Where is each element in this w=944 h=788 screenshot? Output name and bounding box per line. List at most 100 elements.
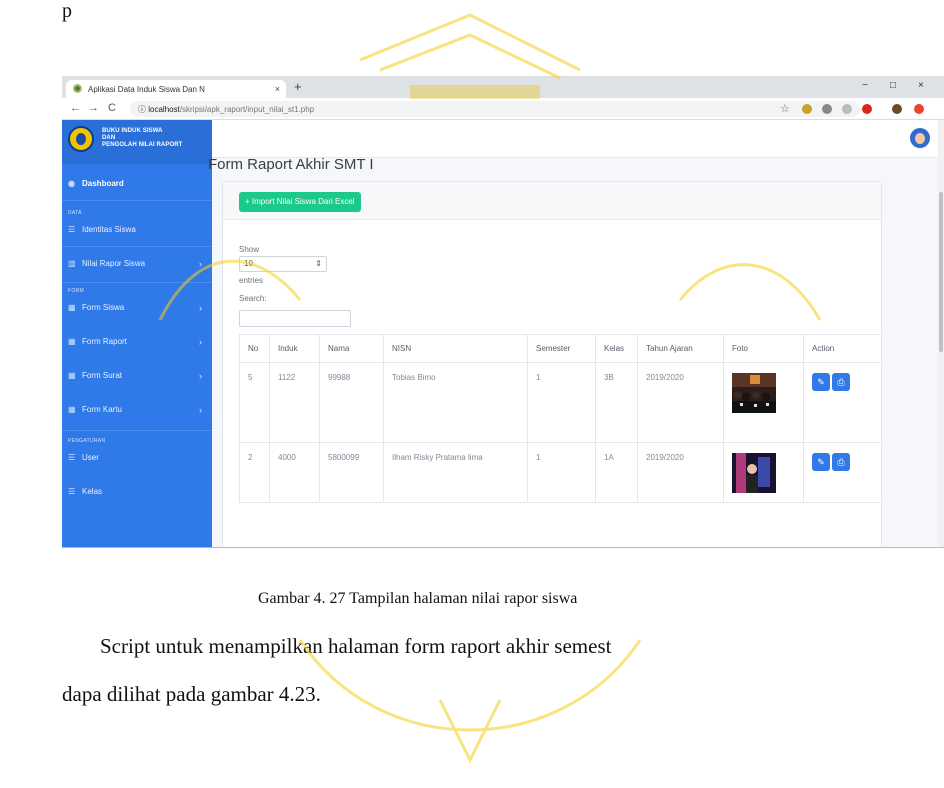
browser-tab-bar: Aplikasi Data Induk Siswa Dan N × + − □ …: [62, 77, 944, 98]
column-header[interactable]: NISN: [383, 334, 528, 363]
paragraph-line: dapa dilihat pada gambar 4.23.: [62, 682, 321, 706]
print-button[interactable]: ⎙: [832, 453, 850, 471]
cell-semester: 1: [527, 442, 596, 503]
table-row: 5 1122 99988 Tobias Bimo 1 3B 2019/2020: [239, 362, 882, 443]
student-photo: [732, 373, 776, 413]
edit-button[interactable]: ✎: [812, 373, 830, 391]
sidebar-item-user[interactable]: ☰ User: [62, 446, 212, 470]
sidebar-divider: [62, 246, 212, 247]
browser-tab[interactable]: Aplikasi Data Induk Siswa Dan N ×: [66, 80, 286, 98]
extension-icon[interactable]: [914, 104, 924, 114]
maximize-button[interactable]: □: [890, 80, 896, 91]
top-navbar: [212, 120, 944, 158]
table-icon: ▦: [68, 303, 76, 312]
list-icon: ☰: [68, 487, 76, 496]
list-icon: ☰: [68, 453, 76, 462]
brand-line: BUKU INDUK SISWA: [102, 128, 163, 134]
entries-length-select[interactable]: 10 ⇕: [239, 256, 327, 272]
chevron-right-icon: ›: [199, 337, 202, 347]
column-header[interactable]: Foto: [723, 334, 804, 363]
show-label: Show: [239, 245, 260, 254]
sidebar-divider: [62, 200, 212, 201]
cell-foto: [723, 362, 804, 443]
cell-foto: [723, 442, 804, 503]
brand-line: PENGOLAH NILAI RAPORT: [102, 142, 183, 148]
close-window-button[interactable]: ×: [918, 80, 924, 91]
table-icon: ▦: [68, 371, 76, 380]
cell-tahun: 2019/2020: [637, 442, 724, 503]
cell-induk: 4000: [269, 442, 320, 503]
back-icon[interactable]: ←: [70, 102, 81, 114]
chevron-right-icon: ›: [199, 259, 202, 269]
cell-induk: 1122: [269, 362, 320, 443]
edit-button[interactable]: ✎: [812, 453, 830, 471]
column-header[interactable]: Kelas: [595, 334, 638, 363]
cell-nisn: Tobias Bimo: [383, 362, 528, 443]
page-scrollbar[interactable]: [938, 120, 944, 547]
sidebar-divider: [62, 282, 212, 283]
cell-tahun: 2019/2020: [637, 362, 724, 443]
sidebar-brand[interactable]: BUKU INDUK SISWA DAN PENGOLAH NILAI RAPO…: [62, 120, 212, 164]
profile-icon[interactable]: [892, 104, 902, 114]
table-icon: ▦: [68, 337, 76, 346]
page-title: Form Raport Akhir SMT I: [208, 156, 374, 173]
paragraph-line: Script untuk menampilkan halaman form ra…: [100, 634, 612, 658]
extension-icon[interactable]: [802, 104, 812, 114]
favicon-icon: [73, 84, 82, 93]
students-table: No Induk Nama NISN Semester Kelas Tahun …: [239, 334, 882, 503]
sidebar-divider: [62, 430, 212, 431]
chevron-right-icon: ›: [199, 405, 202, 415]
table-icon: ▦: [68, 405, 76, 414]
extension-icon[interactable]: [862, 104, 872, 114]
chart-icon: ▥: [68, 259, 76, 268]
column-header[interactable]: Induk: [269, 334, 320, 363]
new-tab-button[interactable]: +: [294, 79, 302, 94]
forward-icon[interactable]: →: [88, 102, 99, 114]
column-header[interactable]: No: [239, 334, 270, 363]
card-header: + Import Nilai Siswa Dari Excel: [223, 182, 881, 220]
column-header[interactable]: Tahun Ajaran: [637, 334, 724, 363]
sidebar-section-data: DATA: [68, 210, 82, 216]
cell-kelas: 3B: [595, 362, 638, 443]
url-path: /skripsi/apk_raport/input_nilai_st1.php: [179, 105, 315, 114]
import-excel-button[interactable]: + Import Nilai Siswa Dari Excel: [239, 192, 361, 212]
sidebar-section-form: FORM: [68, 288, 84, 294]
table-header-row: No Induk Nama NISN Semester Kelas Tahun …: [239, 334, 882, 363]
home-icon[interactable]: [842, 104, 852, 114]
cell-semester: 1: [527, 362, 596, 443]
sidebar-item-form-raport[interactable]: ▦ Form Raport ›: [62, 330, 212, 354]
sidebar-section-settings: PENGATURAN: [68, 438, 106, 444]
print-button[interactable]: ⎙: [832, 373, 850, 391]
reload-icon[interactable]: C: [108, 102, 116, 114]
tab-title: Aplikasi Data Induk Siswa Dan N: [88, 85, 205, 94]
sidebar-item-identitas-siswa[interactable]: ☰ Identitas Siswa: [62, 218, 212, 242]
sidebar-item-form-kartu[interactable]: ▦ Form Kartu ›: [62, 398, 212, 422]
chevron-right-icon: ›: [199, 303, 202, 313]
cell-no: 2: [239, 442, 270, 503]
search-input[interactable]: [239, 310, 351, 327]
star-icon[interactable]: ☆: [780, 102, 790, 115]
school-logo-icon: [68, 126, 94, 152]
column-header[interactable]: Nama: [319, 334, 384, 363]
extension-icon[interactable]: [822, 104, 832, 114]
browser-address-bar: ← → C ⓘ localhost/skripsi/apk_raport/inp…: [62, 98, 944, 120]
minimize-button[interactable]: −: [862, 80, 868, 91]
url-field[interactable]: ⓘ localhost/skripsi/apk_raport/input_nil…: [130, 101, 860, 117]
sidebar-item-form-siswa[interactable]: ▦ Form Siswa ›: [62, 296, 212, 320]
cell-kelas: 1A: [595, 442, 638, 503]
sidebar-item-dashboard[interactable]: ◉ Dashboard: [62, 172, 212, 196]
app-screenshot: Aplikasi Data Induk Siswa Dan N × + − □ …: [62, 76, 944, 548]
tab-close-icon[interactable]: ×: [275, 84, 280, 94]
table-row: 2 4000 5800099 Ilham Risky Pratama lima …: [239, 442, 882, 503]
scrollbar-thumb[interactable]: [939, 192, 943, 352]
cell-action: ✎ ⎙: [803, 442, 882, 503]
info-icon: ⓘ: [138, 105, 149, 114]
sidebar-item-kelas[interactable]: ☰ Kelas: [62, 480, 212, 504]
student-photo: [732, 453, 776, 493]
user-avatar[interactable]: [910, 128, 930, 148]
column-header[interactable]: Semester: [527, 334, 596, 363]
sidebar-item-nilai-rapor-siswa[interactable]: ▥ Nilai Rapor Siswa ›: [62, 252, 212, 276]
cell-nisn: Ilham Risky Pratama lima: [383, 442, 528, 503]
column-header[interactable]: Action: [803, 334, 882, 363]
sidebar-item-form-surat[interactable]: ▦ Form Surat ›: [62, 364, 212, 388]
